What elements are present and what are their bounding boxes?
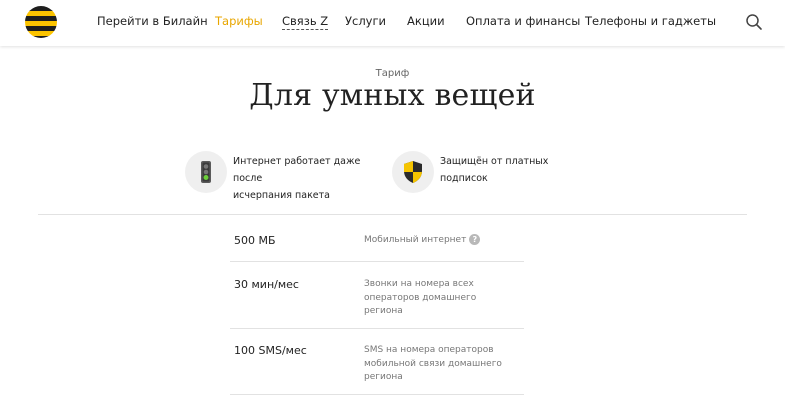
- param-desc: Звонки на номера всех операторов домашне…: [364, 279, 477, 316]
- help-icon[interactable]: ?: [469, 234, 481, 245]
- feature-protection-text: Защищён от платных подписок: [440, 156, 549, 184]
- section-divider: [38, 214, 747, 215]
- row-divider: [230, 394, 524, 395]
- param-row-internet: 500 МБ Мобильный интернет?: [230, 234, 524, 260]
- param-value: 30 мин/мес: [234, 278, 299, 291]
- row-divider: [230, 328, 524, 329]
- param-desc: Мобильный интернет?: [364, 234, 514, 248]
- traffic-light-icon: [185, 151, 227, 193]
- feature-internet: Интернет работает даже после исчерпания …: [185, 151, 385, 201]
- param-desc: SMS на номера операторов мобильной связи…: [364, 345, 502, 382]
- nav-item-svyaz-z[interactable]: Связь Z: [282, 14, 329, 30]
- param-row-calls: 30 мин/мес Звонки на номера всех операто…: [230, 278, 524, 322]
- row-divider: [230, 261, 524, 262]
- feature-internet-text: Интернет работает даже после исчерпания …: [233, 156, 361, 201]
- nav-item-phones[interactable]: Телефоны и гаджеты: [585, 14, 716, 28]
- param-row-sms: 100 SMS/мес SMS на номера операторов моб…: [230, 344, 524, 388]
- nav-item-services[interactable]: Услуги: [345, 14, 386, 28]
- nav-item-payments[interactable]: Оплата и финансы: [466, 14, 580, 28]
- beeline-logo[interactable]: [25, 6, 57, 38]
- top-header: Перейти в Билайн Тарифы Связь Z Услуги А…: [0, 0, 785, 46]
- nav-item-tariffs[interactable]: Тарифы: [215, 14, 263, 28]
- page-title: Для умных вещей: [249, 78, 536, 113]
- feature-protection: Защищён от платных подписок: [392, 151, 592, 195]
- param-value: 500 МБ: [234, 234, 276, 247]
- nav-item-promos[interactable]: Акции: [407, 14, 445, 28]
- param-value: 100 SMS/мес: [234, 344, 307, 357]
- nav-item-beeline[interactable]: Перейти в Билайн: [97, 14, 208, 28]
- shield-icon: [392, 151, 434, 193]
- search-icon[interactable]: [745, 13, 763, 31]
